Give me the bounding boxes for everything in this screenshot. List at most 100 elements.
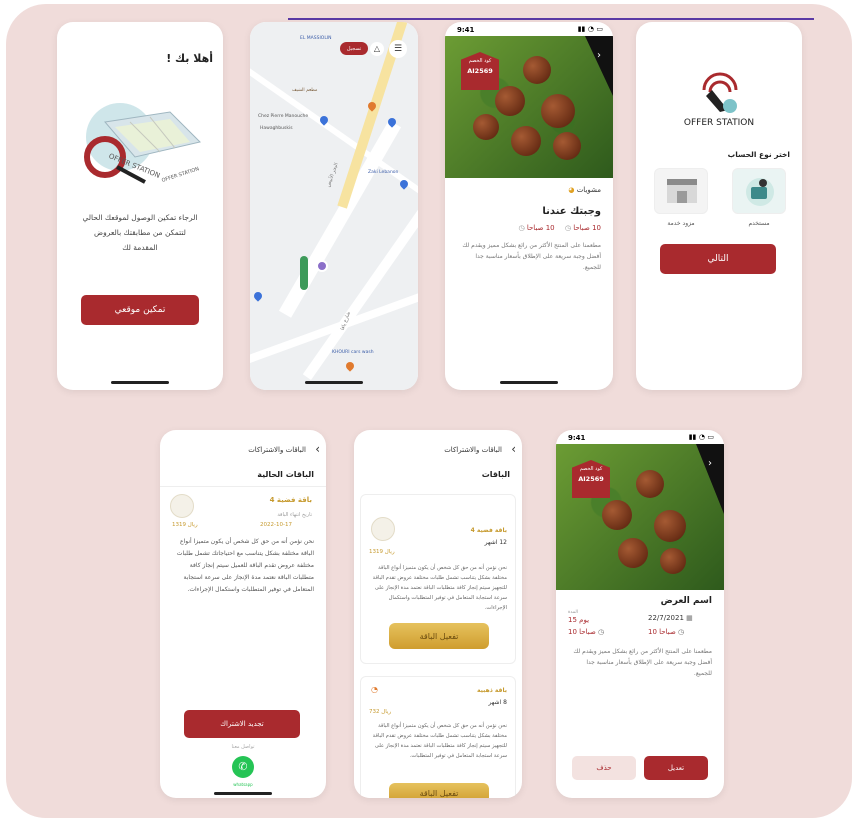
map-illustration-icon <box>84 103 201 184</box>
offer-days: 15 يوم <box>568 616 590 624</box>
login-button[interactable]: تسجيل <box>340 42 368 55</box>
package-price: 1319 ريال <box>369 549 395 555</box>
page-header: الباقات والاشتراكات <box>248 446 306 454</box>
code-value: AI2569 <box>578 475 604 483</box>
map-screen: EL MASSIOLIN مطعم الشيف Chez Pierre Mano… <box>250 22 418 390</box>
package-card: ◔ باقة ذهبية 8 اشهر 732 ريال نحن نؤمن أن… <box>360 676 516 798</box>
code-value: AI2569 <box>467 67 493 75</box>
home-indicator <box>500 381 558 384</box>
discount-code-badge: كود الخصم AI2569 <box>572 460 610 498</box>
package-duration: 12 اشهر <box>484 539 507 546</box>
section-title: الباقات الحالية <box>257 470 314 479</box>
whatsapp-label: whatsapp <box>233 782 253 787</box>
map-place: Chez Pierre Manouche <box>258 114 309 119</box>
divider-line <box>288 18 814 20</box>
expiry-label: تاريخ انتهاء الباقة <box>277 512 312 518</box>
map-place: Zaki Lebanon <box>368 170 399 175</box>
message-line-2: لتتمكن من مطابقتك بالعروض <box>94 228 186 237</box>
offer-title: اسم العرض <box>660 596 712 606</box>
back-arrow-icon[interactable]: ‹ <box>511 442 516 456</box>
user-illustration-icon <box>746 178 774 206</box>
activate-package-button[interactable]: تفعيل الباقة <box>389 623 489 649</box>
status-bar: 9:41 ▮▮ ◔ ▭ <box>445 22 613 36</box>
food-item <box>473 114 499 140</box>
delete-button[interactable]: حذف <box>572 756 636 780</box>
package-icon <box>371 517 395 541</box>
next-button[interactable]: التالي <box>660 244 776 274</box>
clock-icon: ◷ <box>518 224 525 232</box>
food-item <box>495 86 525 116</box>
food-item <box>602 500 632 530</box>
message-line-1: الرجاء تمكين الوصول لموقعك الحالي <box>82 213 198 222</box>
offer-date: 22/7/2021 ▦ <box>648 614 693 622</box>
expiry-date: 2022-10-17 <box>260 522 292 528</box>
user-option-card[interactable] <box>732 168 786 214</box>
food-item <box>553 132 581 160</box>
clock-icon: ◷ <box>598 628 605 636</box>
package-description: نحن نؤمن أنه من حق كل شخص أن يكون متميزا… <box>372 565 507 611</box>
back-arrow-icon[interactable]: ‹ <box>315 442 320 456</box>
package-name: باقة فضية 4 <box>470 527 507 534</box>
package-price: 1319 ريال <box>172 522 198 528</box>
current-package-screen: الباقات والاشتراكات ‹ الباقات الحالية با… <box>160 430 326 798</box>
edit-button[interactable]: تعديل <box>644 756 708 780</box>
time-end: 10 صباحا <box>573 224 601 232</box>
code-label: كود الخصم <box>579 466 603 472</box>
map-label: EL MASSIOLIN <box>300 36 332 41</box>
offer-date-value: 22/7/2021 <box>648 614 684 622</box>
menu-icon[interactable]: ☰ <box>389 40 407 58</box>
food-item <box>523 56 551 84</box>
home-indicator <box>111 381 169 384</box>
package-description: نحن نؤمن أنه من حق كل شخص أن يكون متميزا… <box>176 538 314 593</box>
chevron-right-icon[interactable]: › <box>597 50 601 61</box>
offer-time-to: 10 صباحا ◷ <box>568 628 604 636</box>
food-item <box>654 510 686 542</box>
provider-option-card[interactable] <box>654 168 708 214</box>
status-time: 9:41 <box>457 26 475 34</box>
food-item <box>618 538 648 568</box>
whatsapp-icon[interactable]: ✆ <box>232 756 254 778</box>
store-illustration-icon <box>667 179 697 203</box>
food-item <box>660 548 686 574</box>
message-line-3: المقدمة لك <box>122 243 158 252</box>
logo-icon <box>702 72 738 113</box>
enable-location-button[interactable]: تمكين موقعي <box>81 295 199 325</box>
renew-subscription-button[interactable]: تجديد الاشتراك <box>184 710 300 738</box>
page-header: الباقات والاشتراكات <box>444 446 502 454</box>
package-icon <box>170 494 194 518</box>
food-item <box>636 470 664 498</box>
map-place: Hawaghbuskis <box>260 126 293 131</box>
package-description: نحن نؤمن أنه من حق كل شخص أن يكون متميزا… <box>372 723 507 759</box>
calendar-icon: ▦ <box>686 614 693 622</box>
section-title: الباقات <box>481 470 510 479</box>
clock-icon: ◷ <box>678 628 685 636</box>
welcome-screen: أهلا بك ! OFFER STATION OFFER STATION ال… <box>57 22 223 390</box>
food-item <box>541 94 575 128</box>
time-start: 10 صباحا <box>526 224 555 232</box>
meal-title: وجبتك عندنا <box>542 206 601 217</box>
vendor-logo-icon: ◕ <box>568 186 575 194</box>
route-markers <box>300 256 308 290</box>
map-place: KHOURI cars wash <box>332 350 374 355</box>
bell-icon[interactable]: △ <box>370 42 384 56</box>
activate-package-button[interactable]: تفعيل الباقة <box>389 783 489 798</box>
location-message: الرجاء تمكين الوصول لموقعك الحالي لتتمكن… <box>57 210 223 255</box>
duration-label: المدة <box>568 610 578 615</box>
chevron-right-icon[interactable]: › <box>708 458 712 469</box>
vendor-name: مشويات ◕ <box>568 186 601 194</box>
status-time: 9:41 <box>568 434 586 442</box>
user-location-icon <box>316 260 328 272</box>
battery-icon: ▮▮ ◔ ▭ <box>688 433 714 441</box>
gold-package-icon: ◔ <box>371 685 378 694</box>
offer-description: مطعمنا على المنتج الأكثر من رائع بشكل مم… <box>573 648 712 677</box>
meal-description: مطعمنا على المنتج الأكثر من رائع بشكل مم… <box>462 242 601 271</box>
account-question: اختر نوع الحساب <box>727 150 790 159</box>
battery-icon: ▮▮ ◔ ▭ <box>577 25 603 33</box>
status-bar: 9:41 ▮▮ ◔ ▭ <box>556 430 724 444</box>
contact-label: تواصل معنا <box>231 744 255 750</box>
map-place: مطعم الشيف <box>292 88 318 93</box>
offer-screen: 9:41 ▮▮ ◔ ▭ › كود الخصم AI2569 اسم العرض… <box>556 430 724 798</box>
package-card: باقة فضية 4 12 اشهر 1319 ريال نحن نؤمن أ… <box>360 494 516 664</box>
discount-code-badge: كود الخصم AI2569 <box>461 52 499 90</box>
offer-time-from: 10 صباحا ◷ <box>648 628 684 636</box>
